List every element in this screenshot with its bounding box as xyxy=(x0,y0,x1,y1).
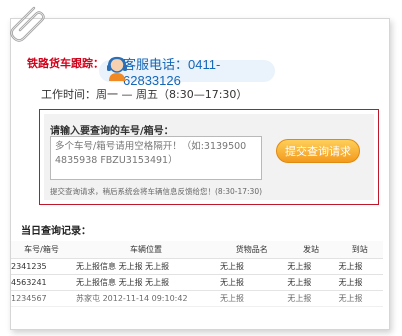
cell-car-number: 2341235 xyxy=(11,258,75,275)
records-table: 车号/箱号 车辆位置 货物品名 发站 到站 2341235 无上报信息 无上报 … xyxy=(11,241,383,307)
column-header-departure: 发站 xyxy=(285,241,337,259)
query-hint: 提交查询请求，稍后系统会将车辆信息反馈给您！(8:30-17:30) xyxy=(50,187,263,196)
records-title: 当日查询记录： xyxy=(21,226,91,237)
cell-cargo: 无上报 xyxy=(218,258,286,275)
column-header-arrival: 到站 xyxy=(336,241,383,259)
column-header-cargo: 货物品名 xyxy=(218,241,286,259)
cell-car-number: 4563241 xyxy=(11,274,75,291)
query-form: 请输入要查询的车号/箱号： 提交查询请求 提交查询请求，稍后系统会将车辆信息反馈… xyxy=(39,109,379,205)
tracking-panel: 铁路货车跟踪： 客服电话：0411-62833126 工作时间：周一 — 周五（… xyxy=(10,18,390,330)
paperclip-icon xyxy=(4,2,48,46)
cell-arrival: 无上报 xyxy=(336,258,383,275)
table-row: 2341235 无上报信息 无上报 无上报 无上报 无上报 无上报 xyxy=(11,258,383,275)
cell-location: 苏家屯 2012-11-14 09:10:42 xyxy=(74,290,219,307)
cell-location: 无上报信息 无上报 无上报 xyxy=(74,258,219,275)
cell-arrival: 无上报 xyxy=(336,290,383,307)
cell-arrival: 无上报 xyxy=(336,274,383,291)
page-title: 铁路货车跟踪： xyxy=(27,57,104,70)
car-number-input[interactable] xyxy=(50,136,262,180)
cell-departure: 无上报 xyxy=(285,290,337,307)
column-header-car-number: 车号/箱号 xyxy=(11,241,75,259)
cell-location: 无上报信息 无上报 无上报 xyxy=(74,274,219,291)
cell-car-number: 1234567 xyxy=(11,290,75,307)
customer-service-icon xyxy=(105,56,129,82)
table-header-row: 车号/箱号 车辆位置 货物品名 发站 到站 xyxy=(11,241,383,259)
cell-cargo: 无上报 xyxy=(218,274,286,291)
column-header-location: 车辆位置 xyxy=(74,241,219,259)
query-form-body: 请输入要查询的车号/箱号： 提交查询请求 提交查询请求，稍后系统会将车辆信息反馈… xyxy=(44,114,374,200)
submit-query-button[interactable]: 提交查询请求 xyxy=(276,139,360,163)
cell-departure: 无上报 xyxy=(285,258,337,275)
cell-cargo: 无上报 xyxy=(218,290,286,307)
table-row: 4563241 无上报信息 无上报 无上报 无上报 无上报 无上报 xyxy=(11,274,383,291)
cell-departure: 无上报 xyxy=(285,274,337,291)
query-label: 请输入要查询的车号/箱号： xyxy=(50,126,174,137)
table-row: 1234567 苏家屯 2012-11-14 09:10:42 无上报 无上报 … xyxy=(11,290,383,307)
working-hours: 工作时间：周一 — 周五（8:30—17:30） xyxy=(41,88,248,101)
